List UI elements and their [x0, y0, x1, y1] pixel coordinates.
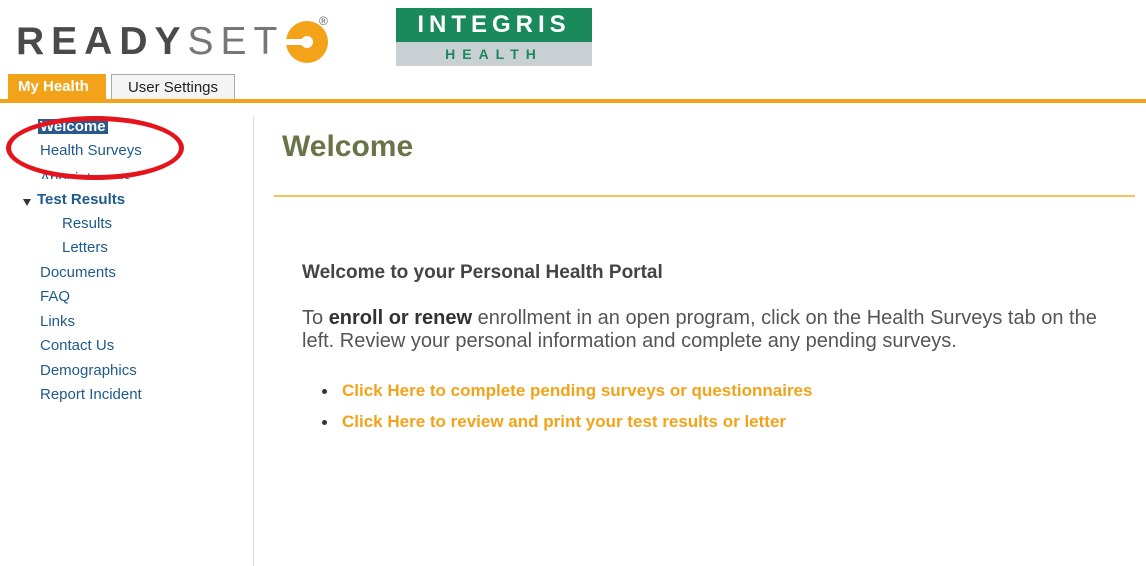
sidebar-item-letters[interactable]: Letters — [62, 238, 108, 258]
link-pending-surveys[interactable]: Click Here to complete pending surveys o… — [322, 380, 812, 411]
app-header: READYSET ® INTEGRIS HEALTH My Health Use… — [0, 0, 1146, 103]
sidebar-item-report-incident[interactable]: Report Incident — [40, 385, 142, 405]
tab-divider — [0, 99, 1146, 103]
bullet-icon — [322, 389, 327, 394]
link-test-results[interactable]: Click Here to review and print your test… — [322, 411, 812, 442]
tab-user-settings[interactable]: User Settings — [111, 74, 235, 100]
sidebar-item-test-results[interactable]: Test Results — [37, 190, 125, 210]
red-annotation-circle — [6, 116, 184, 180]
action-links: Click Here to complete pending surveys o… — [322, 380, 812, 442]
page-title: Welcome — [282, 130, 414, 163]
tab-my-health[interactable]: My Health — [8, 74, 106, 100]
integris-health-logo: INTEGRIS HEALTH — [396, 8, 592, 66]
sidebar-item-results[interactable]: Results — [62, 214, 112, 234]
sidebar-item-documents[interactable]: Documents — [40, 263, 116, 283]
sidebar-item-demographics[interactable]: Demographics — [40, 361, 137, 381]
readyset-logo: READYSET ® — [16, 14, 329, 63]
welcome-heading: Welcome to your Personal Health Portal — [302, 262, 663, 283]
bullet-icon — [322, 420, 327, 425]
sidebar-divider — [253, 116, 254, 566]
sidebar-item-links[interactable]: Links — [40, 312, 75, 332]
expand-triangle-icon[interactable] — [23, 199, 31, 206]
sidebar-item-contact-us[interactable]: Contact Us — [40, 336, 114, 356]
intro-paragraph: To enroll or renew enrollment in an open… — [302, 307, 1097, 352]
top-tabs: My Health User Settings — [8, 74, 240, 100]
title-divider — [274, 195, 1135, 197]
sidebar-item-faq[interactable]: FAQ — [40, 287, 70, 307]
readyset-logo-icon — [286, 21, 329, 63]
